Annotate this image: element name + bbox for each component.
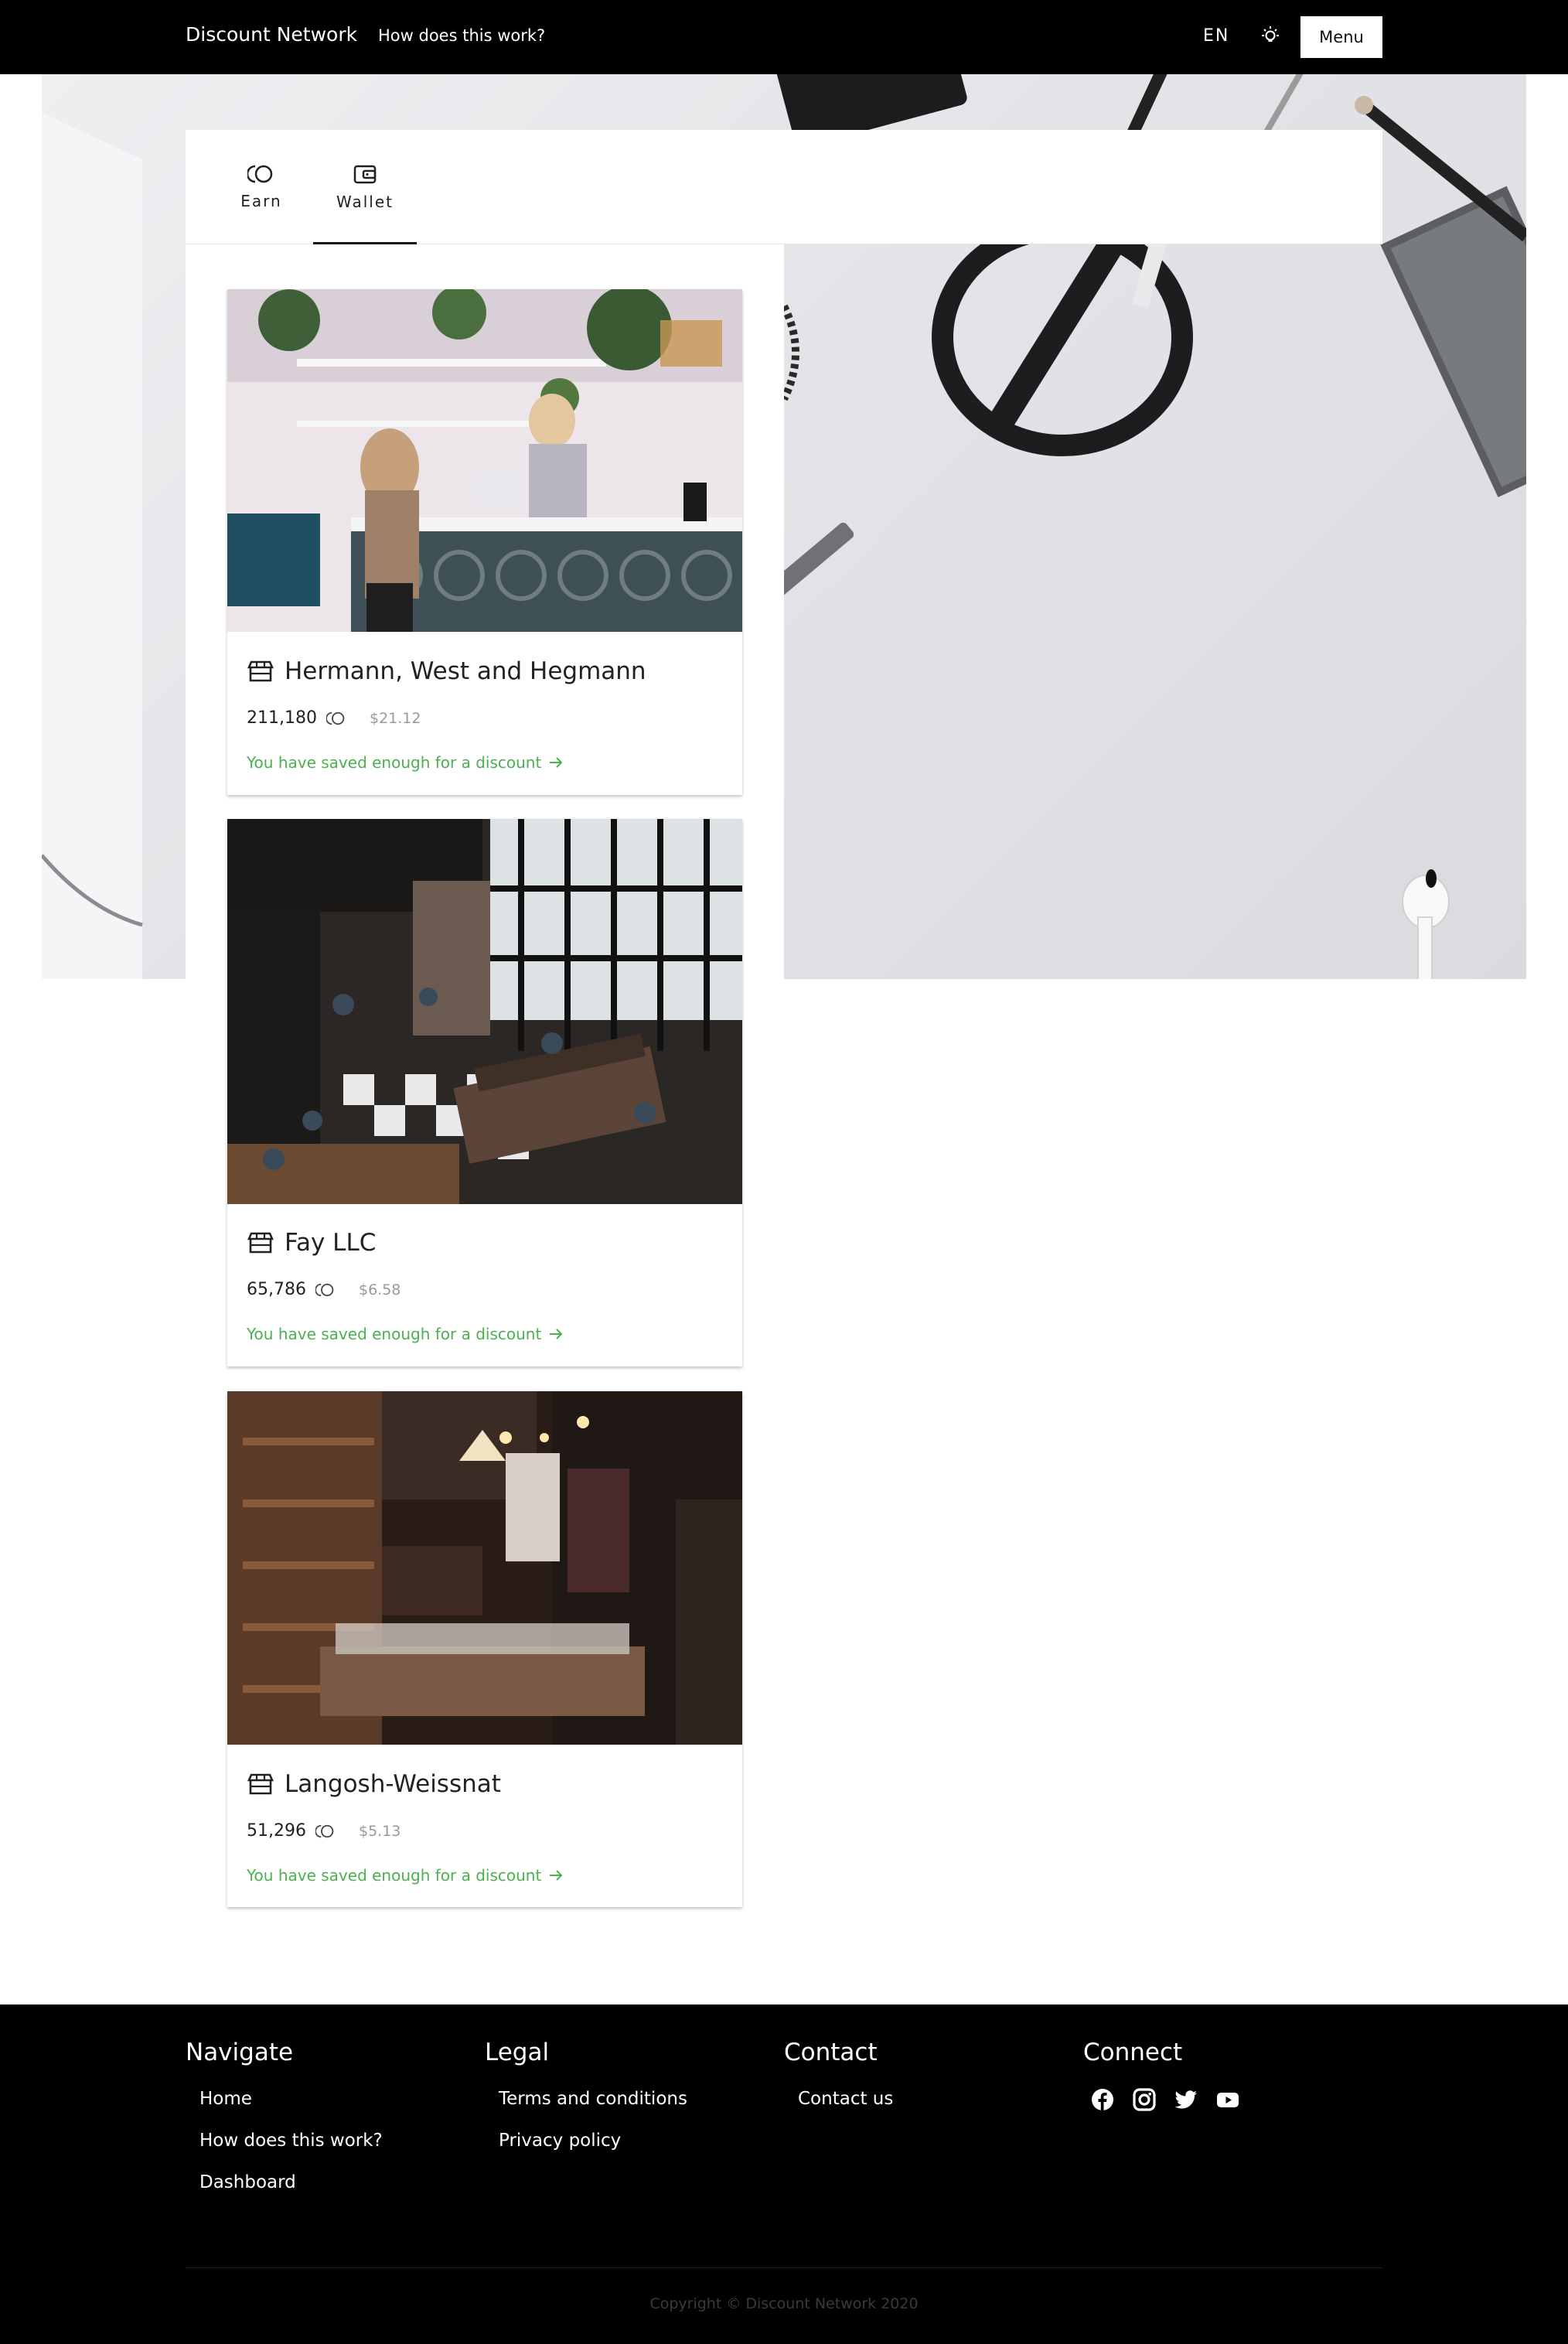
points-value: 211,180 — [247, 708, 317, 728]
arrow-right-icon — [550, 1329, 563, 1339]
business-card[interactable]: Fay LLC 65,786 $6.58 You have saved enou… — [227, 819, 742, 1366]
twitter-icon[interactable] — [1174, 2088, 1198, 2111]
points-row: 51,296 $5.13 — [247, 1821, 401, 1841]
usd-value: $6.58 — [358, 1281, 401, 1298]
menu-button[interactable]: Menu — [1300, 16, 1382, 58]
footer-link-home[interactable]: Home — [199, 2088, 383, 2110]
discount-link[interactable]: You have saved enough for a discount — [247, 753, 563, 772]
discount-status-text: You have saved enough for a discount — [247, 753, 542, 772]
points-row: 211,180 $21.12 — [247, 708, 421, 728]
footer-contact-column: Contact Contact us — [784, 2039, 893, 2130]
coins-icon — [326, 711, 345, 725]
top-navbar: Discount Network How does this work? EN … — [0, 0, 1568, 74]
storefront-icon — [247, 660, 274, 682]
footer-link-how-it-works[interactable]: How does this work? — [199, 2130, 383, 2152]
footer-link-contact-us[interactable]: Contact us — [798, 2088, 893, 2110]
footer-heading-navigate: Navigate — [186, 2039, 294, 2066]
social-icons-row — [1091, 2088, 1239, 2111]
discount-link[interactable]: You have saved enough for a discount — [247, 1325, 563, 1343]
business-name: Fay LLC — [285, 1229, 377, 1257]
card-title-row: Hermann, West and Hegmann — [247, 657, 646, 685]
business-name: Langosh-Weissnat — [285, 1770, 501, 1798]
brand-link[interactable]: Discount Network — [186, 23, 357, 46]
vintage-store-photo — [227, 1391, 742, 1745]
footer-heading-legal: Legal — [485, 2039, 550, 2066]
wallet-tabs-panel: Earn Wallet — [186, 130, 1382, 246]
cafe-interior-photo — [227, 819, 742, 1204]
footer-heading-contact: Contact — [784, 2039, 878, 2066]
instagram-icon[interactable] — [1133, 2088, 1156, 2111]
coins-icon — [247, 165, 273, 183]
storefront-icon — [247, 1773, 274, 1795]
points-row: 65,786 $6.58 — [247, 1280, 401, 1299]
footer-legal-column: Legal Terms and conditions Privacy polic… — [485, 2039, 687, 2172]
points-value: 51,296 — [247, 1821, 306, 1841]
wallet-icon — [353, 165, 377, 184]
footer-navigate-column: Navigate Home How does this work? Dashbo… — [186, 2039, 383, 2213]
points-value: 65,786 — [247, 1280, 306, 1299]
arrow-right-icon — [550, 757, 563, 768]
card-title-row: Langosh-Weissnat — [247, 1770, 501, 1798]
tab-wallet[interactable]: Wallet — [313, 130, 417, 246]
coins-icon — [315, 1283, 334, 1296]
footer-heading-connect: Connect — [1083, 2039, 1183, 2066]
language-selector[interactable]: EN — [1203, 26, 1229, 46]
footer-divider — [186, 2267, 1382, 2268]
footer-link-terms[interactable]: Terms and conditions — [499, 2088, 687, 2110]
card-title-row: Fay LLC — [247, 1229, 376, 1257]
business-name: Hermann, West and Hegmann — [285, 657, 646, 685]
usd-value: $21.12 — [369, 709, 421, 727]
business-card[interactable]: Langosh-Weissnat 51,296 $5.13 You have s… — [227, 1391, 742, 1907]
discount-status-text: You have saved enough for a discount — [247, 1866, 542, 1885]
tab-earn[interactable]: Earn — [216, 130, 306, 244]
tab-wallet-label: Wallet — [336, 193, 394, 211]
site-footer: Navigate Home How does this work? Dashbo… — [0, 2005, 1568, 2344]
footer-link-privacy[interactable]: Privacy policy — [499, 2130, 687, 2152]
coins-icon — [315, 1824, 334, 1837]
storefront-icon — [247, 1232, 274, 1254]
shop-counter-photo — [227, 289, 742, 632]
tab-earn-label: Earn — [240, 192, 282, 210]
youtube-icon[interactable] — [1216, 2088, 1239, 2111]
copyright-text: Copyright © Discount Network 2020 — [649, 2295, 919, 2312]
discount-link[interactable]: You have saved enough for a discount — [247, 1866, 563, 1885]
how-it-works-link[interactable]: How does this work? — [378, 26, 545, 45]
footer-link-dashboard[interactable]: Dashboard — [199, 2172, 383, 2194]
footer-connect-column: Connect — [1083, 2039, 1239, 2111]
arrow-right-icon — [550, 1870, 563, 1881]
usd-value: $5.13 — [358, 1822, 401, 1840]
business-card[interactable]: Hermann, West and Hegmann 211,180 $21.12… — [227, 289, 742, 795]
facebook-icon[interactable] — [1091, 2088, 1114, 2111]
discount-status-text: You have saved enough for a discount — [247, 1325, 542, 1343]
theme-bulb-icon[interactable] — [1260, 25, 1280, 48]
